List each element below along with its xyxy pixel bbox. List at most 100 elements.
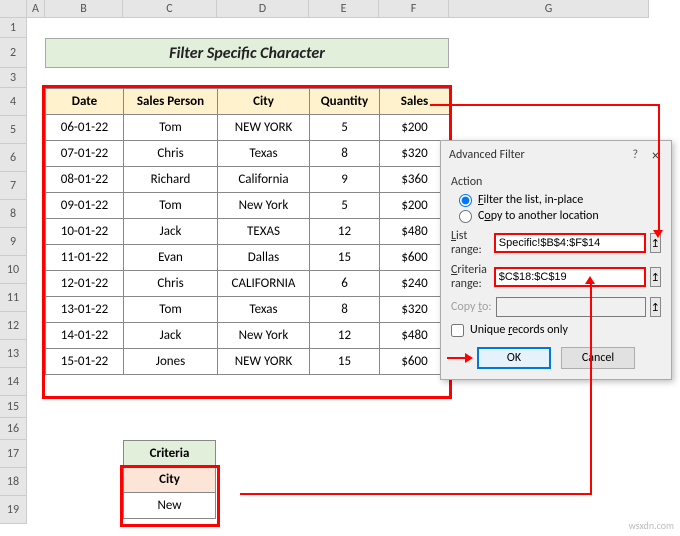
row-header-4[interactable]: 4 xyxy=(0,88,27,116)
table-cell[interactable]: 8 xyxy=(310,141,380,167)
table-cell[interactable]: TEXAS xyxy=(218,219,310,245)
column-header-G[interactable]: G xyxy=(449,0,649,18)
table-cell[interactable]: $600 xyxy=(380,245,450,271)
table-cell[interactable]: $320 xyxy=(380,141,450,167)
table-cell[interactable]: Texas xyxy=(218,141,310,167)
table-cell[interactable]: 15-01-22 xyxy=(46,349,124,375)
column-header-C[interactable]: C xyxy=(123,0,217,18)
radio-filter-inplace-input[interactable] xyxy=(459,194,472,207)
table-cell[interactable]: 12-01-22 xyxy=(46,271,124,297)
table-cell[interactable]: CALIFORNIA xyxy=(218,271,310,297)
table-cell[interactable]: 07-01-22 xyxy=(46,141,124,167)
table-cell[interactable]: New York xyxy=(218,193,310,219)
table-cell[interactable]: Chris xyxy=(124,141,218,167)
row-header-2[interactable]: 2 xyxy=(0,38,27,68)
table-cell[interactable]: Jack xyxy=(124,219,218,245)
table-cell[interactable]: Jack xyxy=(124,323,218,349)
row-header-9[interactable]: 9 xyxy=(0,228,27,256)
table-cell[interactable]: $200 xyxy=(380,115,450,141)
criteria-range-collapse-icon[interactable]: ↥ xyxy=(650,267,661,287)
table-cell[interactable]: Tom xyxy=(124,193,218,219)
row-header-7[interactable]: 7 xyxy=(0,172,27,200)
row-header-14[interactable]: 14 xyxy=(0,368,27,396)
copy-to-collapse-icon[interactable]: ↥ xyxy=(650,297,661,317)
row-header-13[interactable]: 13 xyxy=(0,340,27,368)
connector-line xyxy=(590,282,592,494)
table-row: 06-01-22TomNEW YORK5$200 xyxy=(46,115,450,141)
row-header-18[interactable]: 18 xyxy=(0,468,27,496)
row-header-1[interactable]: 1 xyxy=(0,18,27,38)
table-cell[interactable]: 12 xyxy=(310,219,380,245)
dialog-titlebar[interactable]: Advanced Filter ? × xyxy=(441,141,671,169)
table-cell[interactable]: Chris xyxy=(124,271,218,297)
table-cell[interactable]: Texas xyxy=(218,297,310,323)
table-cell[interactable]: 06-01-22 xyxy=(46,115,124,141)
help-icon[interactable]: ? xyxy=(632,148,638,162)
row-header-8[interactable]: 8 xyxy=(0,200,27,228)
table-cell[interactable]: $200 xyxy=(380,193,450,219)
ok-button[interactable]: OK xyxy=(477,347,551,369)
table-cell[interactable]: NEW YORK xyxy=(218,349,310,375)
row-header-6[interactable]: 6 xyxy=(0,144,27,172)
table-cell[interactable]: Tom xyxy=(124,297,218,323)
radio-filter-inplace[interactable]: Filter the list, in-place xyxy=(459,193,661,207)
table-cell[interactable]: $360 xyxy=(380,167,450,193)
table-cell[interactable]: 5 xyxy=(310,115,380,141)
row-header-15[interactable]: 15 xyxy=(0,396,27,418)
table-row: 14-01-22JackNew York12$480 xyxy=(46,323,450,349)
radio-copy-location-input[interactable] xyxy=(459,210,472,223)
table-cell[interactable]: New York xyxy=(218,323,310,349)
unique-records-checkbox[interactable]: Unique records only xyxy=(451,323,661,337)
unique-records-input[interactable] xyxy=(451,324,464,337)
table-cell[interactable]: 9 xyxy=(310,167,380,193)
table-cell[interactable]: 09-01-22 xyxy=(46,193,124,219)
row-header-11[interactable]: 11 xyxy=(0,284,27,312)
row-header-3[interactable]: 3 xyxy=(0,68,27,88)
cancel-button[interactable]: Cancel xyxy=(561,347,635,369)
table-cell[interactable]: 10-01-22 xyxy=(46,219,124,245)
row-header-17[interactable]: 17 xyxy=(0,440,27,468)
table-cell[interactable]: 15 xyxy=(310,245,380,271)
radio-copy-location[interactable]: Copy to another location xyxy=(459,209,661,223)
table-cell[interactable]: 6 xyxy=(310,271,380,297)
column-header-D[interactable]: D xyxy=(217,0,309,18)
row-header-16[interactable]: 16 xyxy=(0,418,27,440)
column-header-A[interactable]: A xyxy=(27,0,45,18)
table-cell[interactable]: Tom xyxy=(124,115,218,141)
column-header-F[interactable]: F xyxy=(379,0,449,18)
table-cell[interactable]: $240 xyxy=(380,271,450,297)
list-range-row: List range: ↥ xyxy=(451,229,661,257)
table-cell[interactable]: NEW YORK xyxy=(218,115,310,141)
table-cell[interactable]: Evan xyxy=(124,245,218,271)
table-cell[interactable]: 5 xyxy=(310,193,380,219)
table-cell[interactable]: California xyxy=(218,167,310,193)
column-header-B[interactable]: B xyxy=(45,0,123,18)
table-cell[interactable]: $600 xyxy=(380,349,450,375)
table-cell[interactable]: 15 xyxy=(310,349,380,375)
list-range-input[interactable] xyxy=(494,233,646,253)
dialog-title-text: Advanced Filter xyxy=(449,148,525,162)
table-cell[interactable]: 13-01-22 xyxy=(46,297,124,323)
table-cell[interactable]: 11-01-22 xyxy=(46,245,124,271)
criteria-range-input[interactable] xyxy=(494,267,646,287)
copy-to-input xyxy=(496,297,646,317)
select-all-corner[interactable] xyxy=(0,0,27,18)
row-header-19[interactable]: 19 xyxy=(0,496,27,524)
table-cell[interactable]: $480 xyxy=(380,323,450,349)
table-cell[interactable]: 08-01-22 xyxy=(46,167,124,193)
table-cell[interactable]: Dallas xyxy=(218,245,310,271)
table-row: 08-01-22RichardCalifornia9$360 xyxy=(46,167,450,193)
table-cell[interactable]: Jones xyxy=(124,349,218,375)
table-cell[interactable]: 14-01-22 xyxy=(46,323,124,349)
row-header-12[interactable]: 12 xyxy=(0,312,27,340)
table-row: 07-01-22ChrisTexas8$320 xyxy=(46,141,450,167)
close-icon[interactable]: × xyxy=(648,147,663,164)
row-header-10[interactable]: 10 xyxy=(0,256,27,284)
table-cell[interactable]: 8 xyxy=(310,297,380,323)
table-cell[interactable]: 12 xyxy=(310,323,380,349)
table-cell[interactable]: $320 xyxy=(380,297,450,323)
table-cell[interactable]: Richard xyxy=(124,167,218,193)
column-header-E[interactable]: E xyxy=(309,0,379,18)
table-cell[interactable]: $480 xyxy=(380,219,450,245)
row-header-5[interactable]: 5 xyxy=(0,116,27,144)
